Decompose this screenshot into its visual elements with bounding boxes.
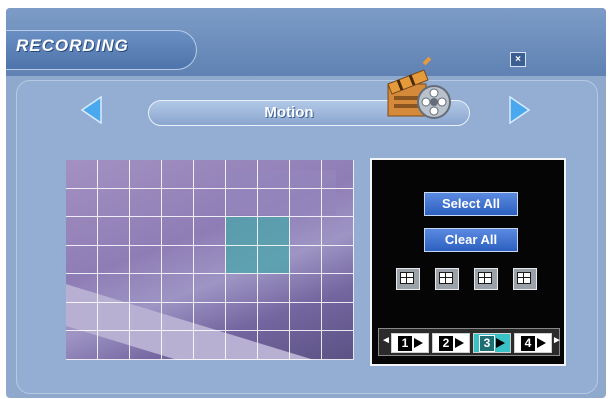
motion-cell-active[interactable] — [226, 245, 258, 275]
motion-cell[interactable] — [290, 331, 322, 360]
motion-cell[interactable] — [162, 188, 194, 218]
camera-number: 1 — [397, 335, 413, 352]
clear-all-button[interactable]: Clear All — [424, 228, 518, 252]
camera-number: 4 — [520, 335, 536, 352]
close-button[interactable]: × — [510, 52, 526, 67]
split-view-1-button[interactable] — [396, 268, 420, 290]
camera-number: 3 — [479, 335, 495, 352]
mode-value: Motion — [264, 104, 314, 121]
motion-cell[interactable] — [194, 217, 226, 246]
motion-cell[interactable] — [66, 302, 98, 332]
camera-icon — [537, 338, 546, 348]
motion-cell[interactable] — [290, 217, 322, 246]
motion-cell[interactable] — [290, 245, 322, 275]
control-panel: Select All Clear All ◄ 1 2 3 4 ► — [370, 158, 566, 366]
motion-cell[interactable] — [66, 188, 98, 218]
motion-cell[interactable] — [194, 331, 226, 360]
motion-cell[interactable] — [258, 160, 290, 189]
motion-cell[interactable] — [226, 274, 258, 303]
camera-next-arrow-icon[interactable]: ► — [552, 335, 562, 346]
motion-cell[interactable] — [98, 331, 130, 360]
motion-cell[interactable] — [258, 274, 290, 303]
motion-cell[interactable] — [322, 245, 354, 275]
motion-cell[interactable] — [98, 160, 130, 189]
motion-cell[interactable] — [130, 188, 162, 218]
motion-cell[interactable] — [194, 245, 226, 275]
split-view-icon — [439, 272, 453, 284]
motion-cell[interactable] — [290, 302, 322, 332]
motion-grid[interactable] — [66, 160, 354, 360]
clapperboard-film-reel-icon — [387, 56, 451, 119]
motion-cell[interactable] — [194, 160, 226, 189]
motion-cell[interactable] — [322, 331, 354, 360]
motion-cell[interactable] — [98, 274, 130, 303]
split-view-icon — [517, 272, 531, 284]
motion-cell[interactable] — [322, 274, 354, 303]
next-mode-arrow-icon[interactable] — [509, 96, 531, 124]
recording-window: RECORDING × Motion Select All Clear All — [6, 8, 606, 398]
motion-cell[interactable] — [162, 331, 194, 360]
motion-cell[interactable] — [162, 302, 194, 332]
motion-cell[interactable] — [322, 302, 354, 332]
motion-cell[interactable] — [194, 274, 226, 303]
motion-cell[interactable] — [258, 188, 290, 218]
motion-cell[interactable] — [66, 245, 98, 275]
motion-cell-active[interactable] — [258, 245, 290, 275]
prev-mode-arrow-icon[interactable] — [80, 96, 102, 124]
motion-cell[interactable] — [162, 245, 194, 275]
motion-cell[interactable] — [98, 188, 130, 218]
motion-detection-video-area[interactable] — [66, 160, 354, 360]
motion-cell[interactable] — [290, 160, 322, 189]
camera-prev-arrow-icon[interactable]: ◄ — [381, 335, 391, 346]
motion-cell[interactable] — [194, 302, 226, 332]
motion-cell[interactable] — [290, 274, 322, 303]
motion-cell-active[interactable] — [226, 217, 258, 246]
camera-4-button[interactable]: 4 — [514, 333, 552, 353]
motion-cell[interactable] — [322, 217, 354, 246]
motion-cell[interactable] — [130, 302, 162, 332]
camera-2-button[interactable]: 2 — [432, 333, 470, 353]
motion-cell[interactable] — [322, 188, 354, 218]
motion-cell[interactable] — [130, 160, 162, 189]
window-title: RECORDING — [16, 36, 129, 55]
split-view-icon — [400, 272, 414, 284]
motion-cell[interactable] — [66, 160, 98, 189]
camera-3-button-selected[interactable]: 3 — [473, 333, 511, 353]
motion-cell[interactable] — [226, 302, 258, 332]
camera-number: 2 — [438, 335, 454, 352]
motion-cell[interactable] — [66, 217, 98, 246]
motion-cell[interactable] — [162, 160, 194, 189]
motion-cell[interactable] — [162, 217, 194, 246]
split-view-3-button[interactable] — [474, 268, 498, 290]
motion-cell[interactable] — [258, 302, 290, 332]
motion-cell[interactable] — [322, 160, 354, 189]
motion-cell[interactable] — [130, 217, 162, 246]
camera-icon — [414, 338, 423, 348]
motion-cell[interactable] — [98, 302, 130, 332]
split-view-2-button[interactable] — [435, 268, 459, 290]
motion-cell[interactable] — [258, 331, 290, 360]
motion-cell-active[interactable] — [258, 217, 290, 246]
camera-icon — [496, 338, 505, 348]
motion-cell[interactable] — [226, 331, 258, 360]
split-view-icon — [478, 272, 492, 284]
motion-cell[interactable] — [162, 274, 194, 303]
motion-cell[interactable] — [226, 188, 258, 218]
motion-cell[interactable] — [98, 217, 130, 246]
motion-cell[interactable] — [66, 274, 98, 303]
motion-cell[interactable] — [226, 160, 258, 189]
motion-cell[interactable] — [66, 331, 98, 360]
motion-cell[interactable] — [194, 188, 226, 218]
motion-cell[interactable] — [130, 245, 162, 275]
select-all-button[interactable]: Select All — [424, 192, 518, 216]
motion-cell[interactable] — [130, 331, 162, 360]
split-view-4-button[interactable] — [513, 268, 537, 290]
motion-cell[interactable] — [98, 245, 130, 275]
camera-1-button[interactable]: 1 — [391, 333, 429, 353]
motion-cell[interactable] — [290, 188, 322, 218]
motion-cell[interactable] — [130, 274, 162, 303]
camera-icon — [455, 338, 464, 348]
camera-selector-bar: ◄ 1 2 3 4 ► — [378, 328, 562, 356]
